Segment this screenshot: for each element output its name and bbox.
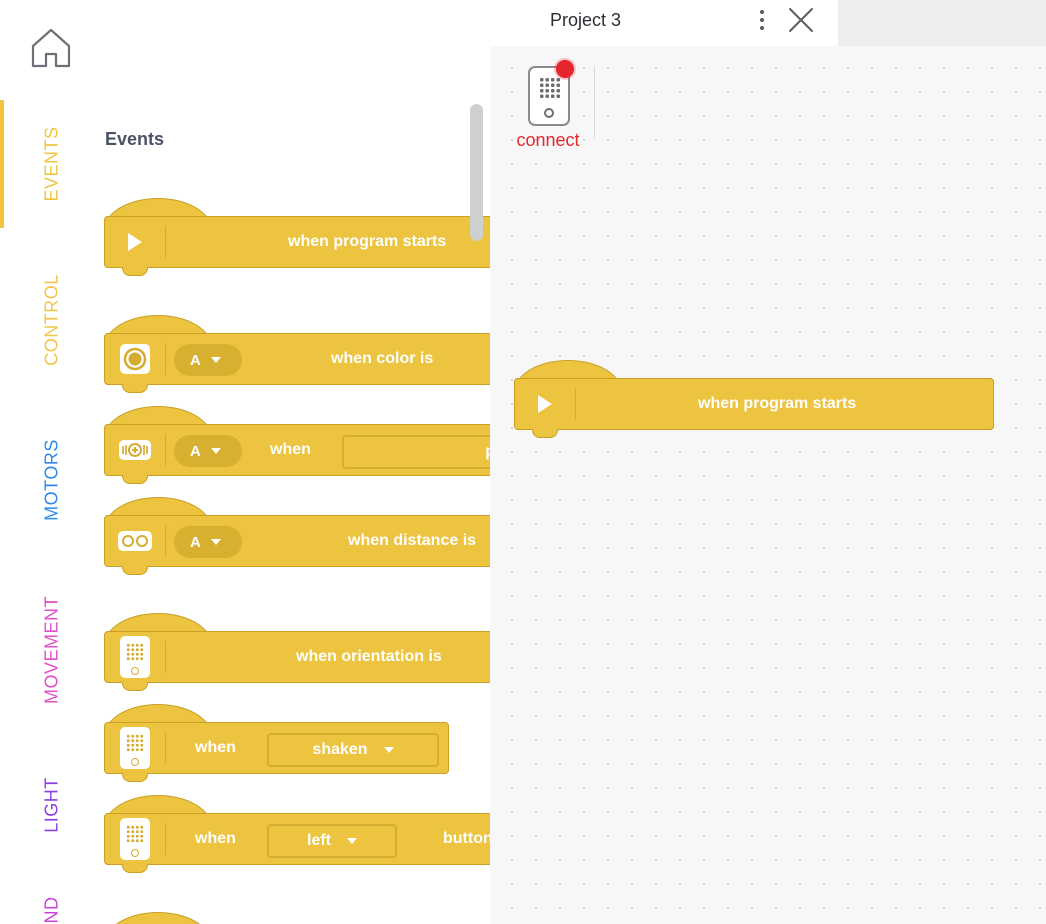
palette-block-partial[interactable] <box>104 912 490 924</box>
block-separator <box>165 823 166 855</box>
palette-block-when-button[interactable]: when left button <box>104 795 490 875</box>
block-label: when <box>195 739 236 756</box>
block-notch <box>122 682 148 691</box>
top-bar: Project 3 <box>490 0 838 46</box>
force-sensor-icon <box>104 424 166 476</box>
block-label: when program starts <box>698 395 857 412</box>
chevron-down-icon <box>210 448 221 454</box>
category-rail: EVENTS CONTROL MOTORS MOVEMENT LIGHT ND <box>0 0 96 924</box>
category-label: LIGHT <box>41 777 62 833</box>
block-label: when <box>195 830 236 847</box>
project-title[interactable]: Project 3 <box>550 10 621 31</box>
port-dropdown[interactable]: A <box>174 435 242 467</box>
palette-scrollbar[interactable] <box>470 104 483 241</box>
close-icon[interactable] <box>786 5 816 35</box>
port-dropdown[interactable]: A <box>174 526 242 558</box>
block-separator <box>575 388 576 420</box>
port-dropdown[interactable]: A <box>174 344 242 376</box>
block-notch <box>122 384 148 393</box>
port-value: A <box>190 351 201 369</box>
category-label: CONTROL <box>41 274 62 366</box>
gesture-dropdown[interactable]: shaken <box>267 733 439 767</box>
chevron-down-icon <box>383 747 394 753</box>
category-label: EVENTS <box>41 126 62 202</box>
block-label: when <box>270 441 311 458</box>
chevron-down-icon <box>347 838 357 844</box>
block-separator <box>165 641 166 673</box>
category-movement[interactable]: MOVEMENT <box>0 580 96 720</box>
press-state-field[interactable]: press <box>342 435 490 469</box>
block-notch <box>122 566 148 575</box>
category-label: ND <box>41 896 62 924</box>
hub-icon <box>104 631 166 683</box>
block-separator <box>165 732 166 764</box>
distance-sensor-icon <box>104 515 166 567</box>
press-state-value: press <box>485 443 490 461</box>
color-sensor-icon <box>104 333 166 385</box>
button-dropdown[interactable]: left <box>267 824 397 858</box>
block-separator <box>165 434 166 466</box>
play-icon <box>514 378 576 430</box>
block-separator <box>165 226 166 258</box>
category-label: MOVEMENT <box>41 595 62 705</box>
block-notch <box>122 773 148 782</box>
palette-block-when-force-pressed[interactable]: A when press <box>104 406 490 486</box>
connect-label: connect <box>516 130 580 150</box>
connection-status-dot <box>556 60 574 78</box>
palette-block-when-color-is[interactable]: A when color is <box>104 315 490 395</box>
block-label-suffix: button <box>443 830 490 847</box>
workspace-block-when-program-starts[interactable]: when program starts <box>514 360 994 440</box>
divider <box>594 66 595 138</box>
category-sound[interactable]: ND <box>0 890 96 924</box>
block-separator <box>165 343 166 375</box>
chevron-down-icon <box>210 539 221 545</box>
palette-block-when-shaken[interactable]: when shaken <box>104 704 449 784</box>
chevron-down-icon <box>210 357 221 363</box>
hub-icon <box>104 722 166 774</box>
block-notch <box>532 429 558 438</box>
more-options-icon[interactable] <box>752 6 772 34</box>
port-value: A <box>190 533 201 551</box>
app: Project 3 connect when program starts Ev… <box>0 0 1046 924</box>
block-notch <box>122 267 148 276</box>
block-notch <box>122 864 148 873</box>
palette-block-when-orientation-is[interactable]: when orientation is <box>104 613 490 693</box>
palette-block-when-distance-is[interactable]: A when distance is <box>104 497 490 577</box>
top-bar-spacer <box>838 0 1046 46</box>
block-label: when color is <box>331 350 434 367</box>
category-events[interactable]: EVENTS <box>0 100 96 228</box>
block-hat <box>104 912 212 924</box>
category-light[interactable]: LIGHT <box>0 760 96 850</box>
hub-icon <box>104 813 166 865</box>
category-label: MOTORS <box>41 439 62 521</box>
palette-block-when-program-starts[interactable]: when program starts <box>104 198 490 278</box>
category-motors[interactable]: MOTORS <box>0 420 96 540</box>
block-label: when orientation is <box>296 648 442 665</box>
category-control[interactable]: CONTROL <box>0 254 96 386</box>
block-label: when distance is <box>348 532 477 549</box>
button-value: left <box>307 832 331 849</box>
block-label: when program starts <box>288 233 447 250</box>
palette-title: Events <box>105 129 165 149</box>
play-icon <box>104 216 166 268</box>
home-icon[interactable] <box>28 24 74 70</box>
block-palette: Events when program starts A when color … <box>96 0 490 924</box>
port-value: A <box>190 442 201 460</box>
block-separator <box>165 525 166 557</box>
connect-button[interactable]: connect <box>508 58 588 154</box>
gesture-value: shaken <box>312 741 368 758</box>
block-notch <box>122 475 148 484</box>
